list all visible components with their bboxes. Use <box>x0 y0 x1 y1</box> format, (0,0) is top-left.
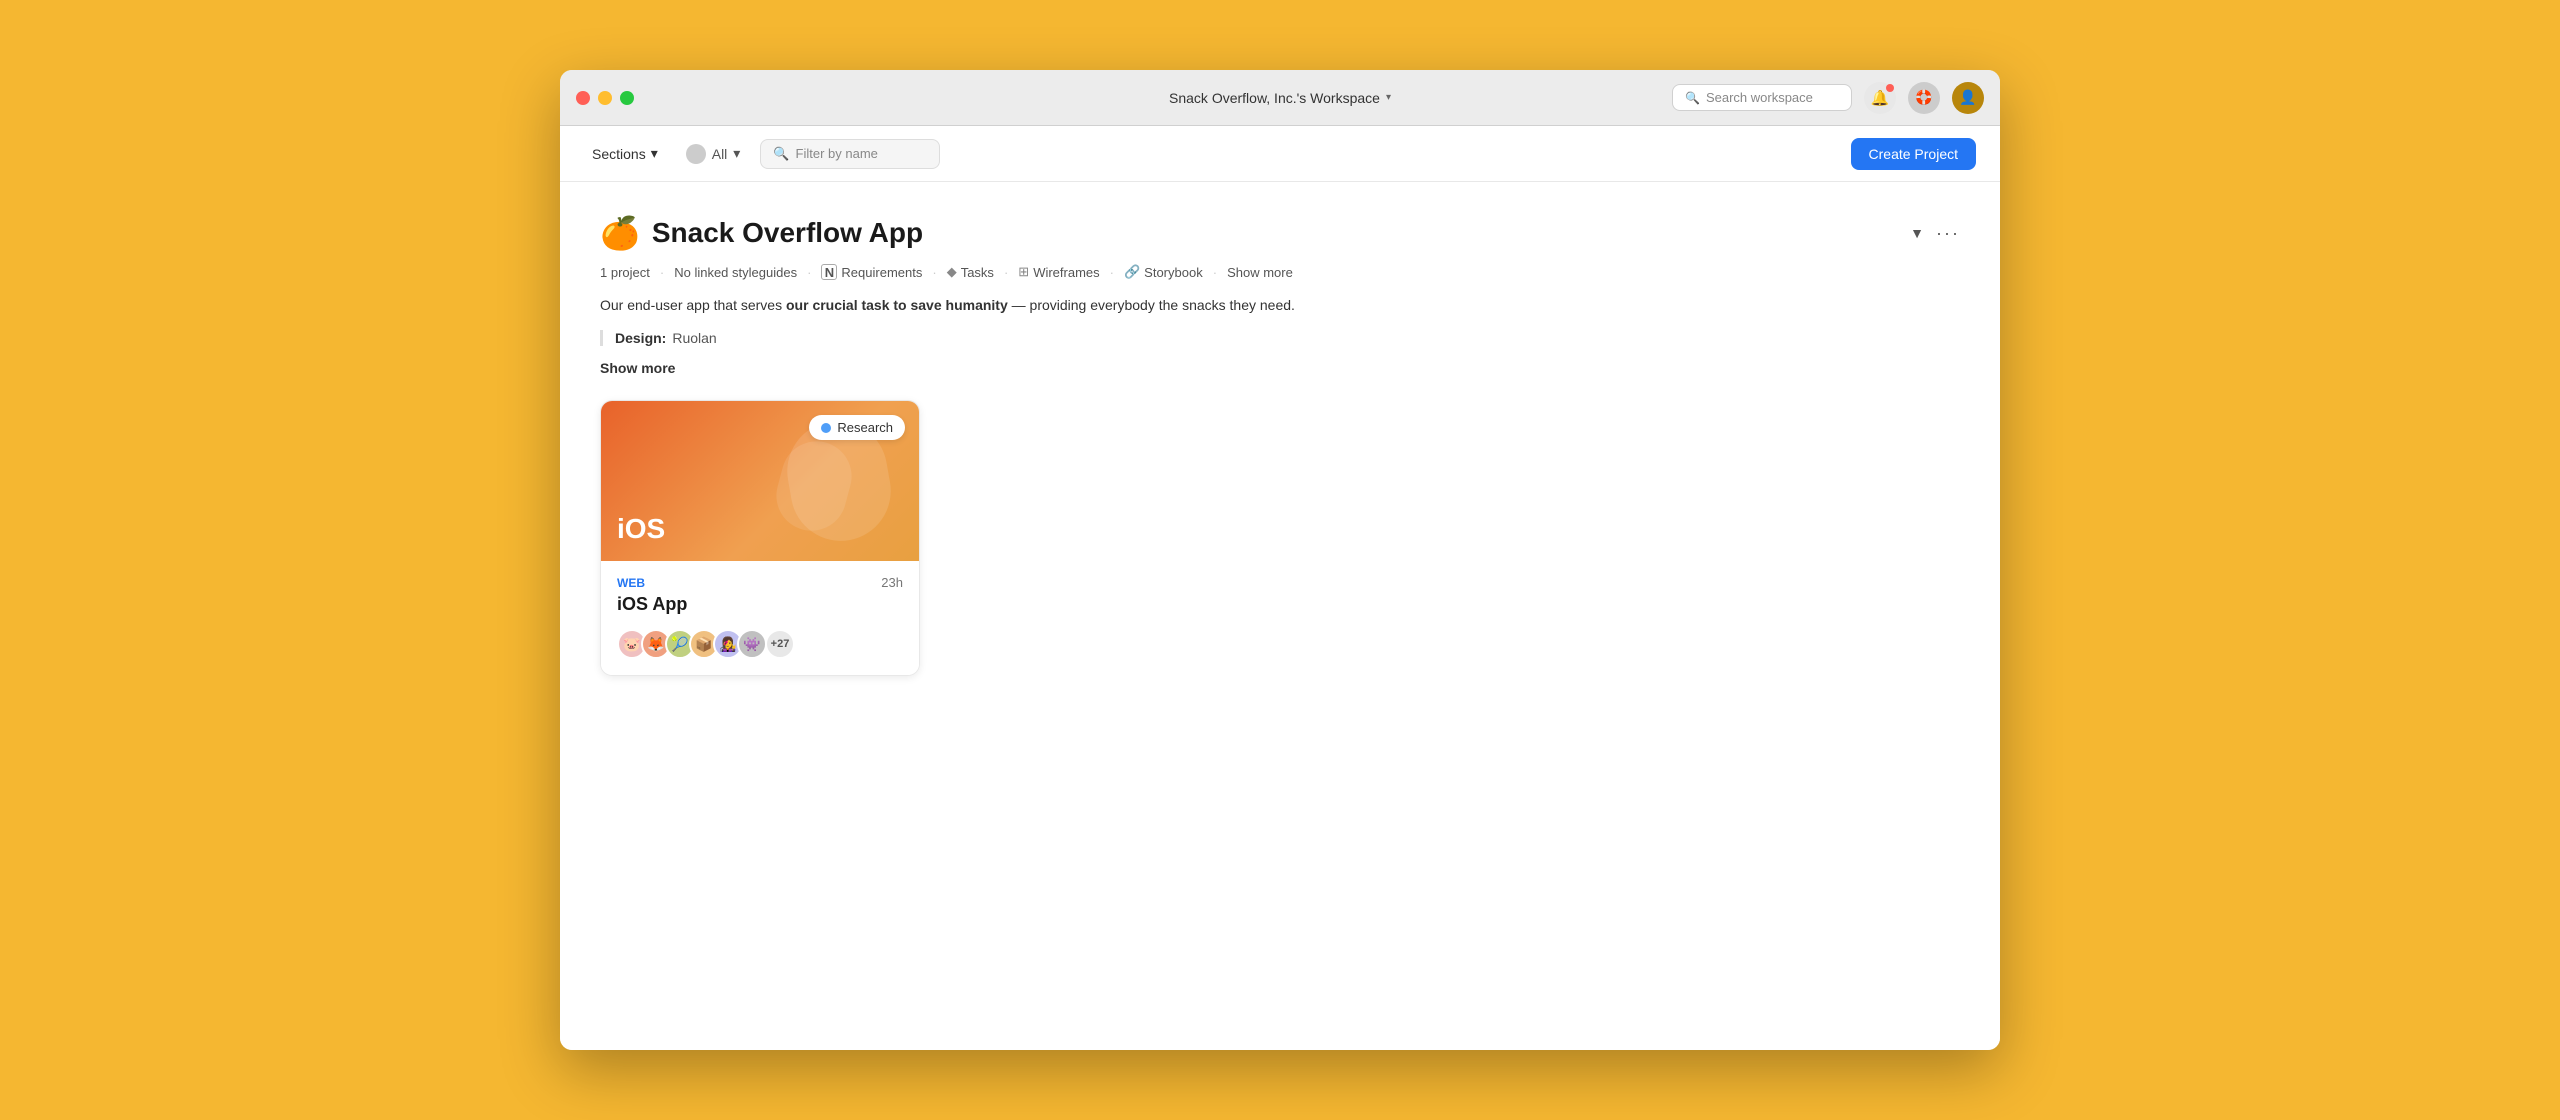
project-more-button[interactable]: ··· <box>1936 223 1960 244</box>
meta-show-more[interactable]: Show more <box>1227 265 1293 280</box>
workspace-name: Snack Overflow, Inc.'s Workspace <box>1169 90 1380 106</box>
avatar-icon: 👤 <box>1959 89 1976 106</box>
fullscreen-button[interactable] <box>620 91 634 105</box>
card-banner: iOS Research <box>601 401 919 561</box>
avatar-count: +27 <box>765 629 795 659</box>
card-hours: 23h <box>881 575 903 590</box>
search-workspace-placeholder: Search workspace <box>1706 90 1813 105</box>
bell-icon: 🔔 <box>1871 89 1890 107</box>
card-body: WEB 23h iOS App 🐷 🦊 🎾 📦 👩‍🎤 👾 +27 <box>601 561 919 675</box>
notifications-button[interactable]: 🔔 <box>1864 82 1896 114</box>
filter-placeholder: Filter by name <box>796 146 878 161</box>
design-label: Design: <box>615 330 666 346</box>
user-avatar[interactable]: 👤 <box>1952 82 1984 114</box>
titlebar: Snack Overflow, Inc.'s Workspace ▾ 🔍 Sea… <box>560 70 2000 126</box>
minimize-button[interactable] <box>598 91 612 105</box>
card-banner-label: iOS <box>617 513 665 545</box>
project-header: 🍊 Snack Overflow App ▼ ··· <box>600 214 1960 252</box>
show-more-button[interactable]: Show more <box>600 360 1960 376</box>
card-tag-row: WEB 23h <box>617 575 903 590</box>
workspace-title[interactable]: Snack Overflow, Inc.'s Workspace ▾ <box>1169 90 1391 106</box>
tasks-icon: ◆ <box>947 264 957 280</box>
main-content: 🍊 Snack Overflow App ▼ ··· 1 project · N… <box>560 182 2000 1050</box>
design-value: Ruolan <box>672 330 716 346</box>
help-button[interactable]: 🛟 <box>1908 82 1940 114</box>
card-tag: WEB <box>617 576 645 590</box>
toolbar: Sections ▾ All ▾ 🔍 Filter by name Create… <box>560 126 2000 182</box>
project-title-row: 🍊 Snack Overflow App <box>600 214 923 252</box>
research-badge-label: Research <box>837 420 893 435</box>
meta-tasks[interactable]: ◆ Tasks <box>947 264 994 280</box>
all-chevron-icon: ▾ <box>733 145 740 162</box>
notion-icon: N <box>821 264 837 280</box>
research-dot <box>821 423 831 433</box>
filter-search-icon: 🔍 <box>773 146 789 162</box>
close-button[interactable] <box>576 91 590 105</box>
research-badge: Research <box>809 415 905 440</box>
sections-label: Sections <box>592 146 646 162</box>
project-description: Our end-user app that serves our crucial… <box>600 294 1960 316</box>
meta-styleguides: No linked styleguides <box>674 265 797 280</box>
meta-wireframes[interactable]: ⊞ Wireframes <box>1018 264 1099 280</box>
card-avatars: 🐷 🦊 🎾 📦 👩‍🎤 👾 +27 <box>617 629 903 659</box>
description-end: — providing everybody the snacks they ne… <box>1008 297 1295 313</box>
meta-row: 1 project · No linked styleguides · N Re… <box>600 264 1960 280</box>
description-bold: our crucial task to save humanity <box>786 297 1008 313</box>
create-project-button[interactable]: Create Project <box>1851 138 1976 170</box>
meta-requirements[interactable]: N Requirements <box>821 264 922 280</box>
search-workspace-input[interactable]: 🔍 Search workspace <box>1672 84 1852 111</box>
project-collapse-icon[interactable]: ▼ <box>1910 225 1924 241</box>
notification-badge <box>1886 84 1894 92</box>
traffic-lights <box>576 91 634 105</box>
help-icon: 🛟 <box>1915 89 1932 106</box>
all-toggle[interactable]: All ▾ <box>678 139 749 169</box>
workspace-dropdown-icon: ▾ <box>1386 92 1391 103</box>
project-emoji: 🍊 <box>600 214 640 252</box>
search-icon: 🔍 <box>1685 91 1700 105</box>
project-title: Snack Overflow App <box>652 217 923 249</box>
avatar-6: 👾 <box>737 629 767 659</box>
app-window: Snack Overflow, Inc.'s Workspace ▾ 🔍 Sea… <box>560 70 2000 1050</box>
all-label: All <box>712 146 728 162</box>
meta-storybook[interactable]: 🔗 Storybook <box>1124 264 1203 280</box>
filter-by-name-input[interactable]: 🔍 Filter by name <box>760 139 940 169</box>
sections-button[interactable]: Sections ▾ <box>584 140 666 167</box>
card-name: iOS App <box>617 594 903 615</box>
toggle-circle <box>686 144 706 164</box>
titlebar-actions: 🔍 Search workspace 🔔 🛟 👤 <box>1672 82 1984 114</box>
design-info: Design: Ruolan <box>600 330 1960 346</box>
storybook-icon: 🔗 <box>1124 264 1140 280</box>
sections-chevron-icon: ▾ <box>651 145 658 162</box>
project-header-actions: ▼ ··· <box>1910 223 1960 244</box>
project-card[interactable]: iOS Research WEB 23h iOS App 🐷 🦊 🎾 📦 � <box>600 400 920 676</box>
wireframes-icon: ⊞ <box>1018 264 1029 280</box>
meta-projects: 1 project <box>600 265 650 280</box>
description-text: Our end-user app that serves <box>600 297 786 313</box>
